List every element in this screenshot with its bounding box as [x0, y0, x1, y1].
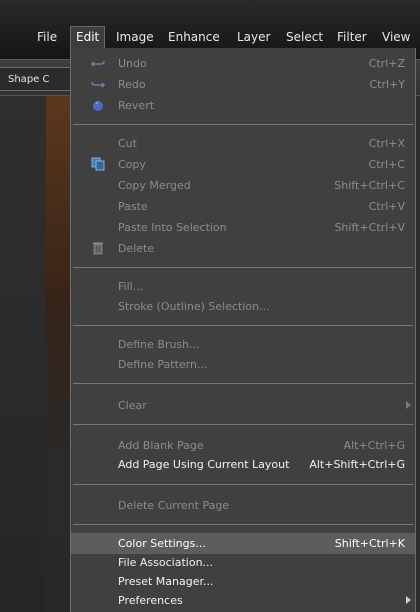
- menu-item-label: Delete Current Page: [118, 499, 230, 512]
- menu-item-preferences[interactable]: Preferences: [71, 590, 415, 611]
- menu-item-label: Delete: [118, 242, 155, 255]
- menu-item-undo[interactable]: Undo Ctrl+Z: [71, 53, 415, 74]
- menu-item-label: Revert: [118, 99, 155, 112]
- menu-item-copy[interactable]: Copy Ctrl+C: [71, 154, 415, 175]
- menu-item-shortcut: Alt+Shift+Ctrl+G: [309, 458, 405, 471]
- menu-item-paste[interactable]: Paste Ctrl+V: [71, 196, 415, 217]
- menu-item-stroke-selection[interactable]: Stroke (Outline) Selection...: [71, 296, 415, 317]
- menu-separator: [73, 325, 413, 326]
- menu-item-label: Add Blank Page: [118, 439, 204, 452]
- menu-item-label: Undo: [118, 57, 147, 70]
- menu-separator: [73, 124, 413, 125]
- menu-item-shortcut: Shift+Ctrl+C: [334, 179, 405, 192]
- menu-item-shortcut: Ctrl+C: [368, 158, 405, 171]
- menu-separator: [73, 484, 413, 485]
- menu-item-cut[interactable]: Cut Ctrl+X: [71, 133, 415, 154]
- workspace-accent: [46, 96, 70, 612]
- menu-separator: [73, 383, 413, 384]
- menu-item-label: Preferences: [118, 594, 183, 607]
- submenu-arrow-icon: [406, 401, 411, 409]
- menu-item-label: Define Pattern...: [118, 358, 208, 371]
- menu-item-shortcut: Ctrl+Z: [368, 57, 405, 70]
- menu-item-label: Fill...: [118, 280, 144, 293]
- copy-icon: [91, 157, 105, 171]
- menu-separator: [73, 524, 413, 525]
- menu-filter[interactable]: Filter: [337, 28, 367, 46]
- menu-file[interactable]: File: [37, 28, 57, 46]
- photoshop-elements-window: File Edit Image Enhance Layer Select Fil…: [0, 0, 420, 612]
- menu-item-define-pattern[interactable]: Define Pattern...: [71, 354, 415, 375]
- menu-select[interactable]: Select: [286, 28, 323, 46]
- menu-item-delete-current-page[interactable]: Delete Current Page: [71, 495, 415, 516]
- undo-arrow-icon: [90, 56, 105, 70]
- menu-item-shortcut: Alt+Ctrl+G: [343, 439, 405, 452]
- menu-item-preset-manager[interactable]: Preset Manager...: [71, 571, 415, 592]
- menu-item-add-page-current-layout[interactable]: Add Page Using Current Layout Alt+Shift+…: [71, 454, 415, 475]
- menu-item-redo[interactable]: Redo Ctrl+Y: [71, 74, 415, 95]
- revert-icon: [91, 98, 105, 112]
- menu-item-copy-merged[interactable]: Copy Merged Shift+Ctrl+C: [71, 175, 415, 196]
- menu-item-file-association[interactable]: File Association...: [71, 552, 415, 573]
- menu-item-label: Copy: [118, 158, 146, 171]
- menu-item-label: Copy Merged: [118, 179, 191, 192]
- menu-item-label: File Association...: [118, 556, 214, 569]
- menu-item-paste-into-selection[interactable]: Paste Into Selection Shift+Ctrl+V: [71, 217, 415, 238]
- menu-item-shortcut: Shift+Ctrl+V: [334, 221, 405, 234]
- menu-item-color-settings[interactable]: Color Settings... Shift+Ctrl+K: [71, 533, 415, 554]
- menu-view[interactable]: View: [382, 28, 410, 46]
- menu-enhance[interactable]: Enhance: [168, 28, 220, 46]
- menu-image[interactable]: Image: [116, 28, 154, 46]
- menu-item-shortcut: Ctrl+V: [368, 200, 405, 213]
- menu-item-label: Color Settings...: [118, 537, 206, 550]
- menu-edit[interactable]: Edit: [70, 26, 106, 49]
- menu-item-fill[interactable]: Fill...: [71, 276, 415, 297]
- menu-item-define-brush[interactable]: Define Brush...: [71, 334, 415, 355]
- menu-separator: [73, 267, 413, 268]
- menu-item-label: Clear: [118, 399, 147, 412]
- menu-separator: [73, 424, 413, 425]
- menu-item-label: Paste Into Selection: [118, 221, 227, 234]
- menu-item-label: Redo: [118, 78, 146, 91]
- shape-tool-tab[interactable]: Shape C: [0, 67, 80, 91]
- menu-item-revert[interactable]: Revert: [71, 95, 415, 116]
- menu-item-label: Define Brush...: [118, 338, 200, 351]
- trash-icon: [91, 241, 105, 255]
- submenu-arrow-icon: [406, 596, 411, 604]
- menu-item-shortcut: Ctrl+Y: [369, 78, 405, 91]
- menu-item-label: Cut: [118, 137, 137, 150]
- menu-item-label: Preset Manager...: [118, 575, 214, 588]
- menu-item-add-blank-page[interactable]: Add Blank Page Alt+Ctrl+G: [71, 435, 415, 456]
- menu-item-label: Stroke (Outline) Selection...: [118, 300, 270, 313]
- menu-layer[interactable]: Layer: [237, 28, 270, 46]
- redo-arrow-icon: [91, 77, 106, 91]
- menu-item-delete[interactable]: Delete: [71, 238, 415, 259]
- menu-item-label: Add Page Using Current Layout: [118, 458, 290, 471]
- menu-item-shortcut: Ctrl+X: [368, 137, 405, 150]
- menu-item-label: Paste: [118, 200, 148, 213]
- menu-item-clear[interactable]: Clear: [71, 395, 415, 416]
- menu-item-shortcut: Shift+Ctrl+K: [334, 537, 405, 550]
- edit-menu-dropdown: Undo Ctrl+Z Redo Ctrl+Y Revert Cut Ctrl+…: [70, 48, 416, 612]
